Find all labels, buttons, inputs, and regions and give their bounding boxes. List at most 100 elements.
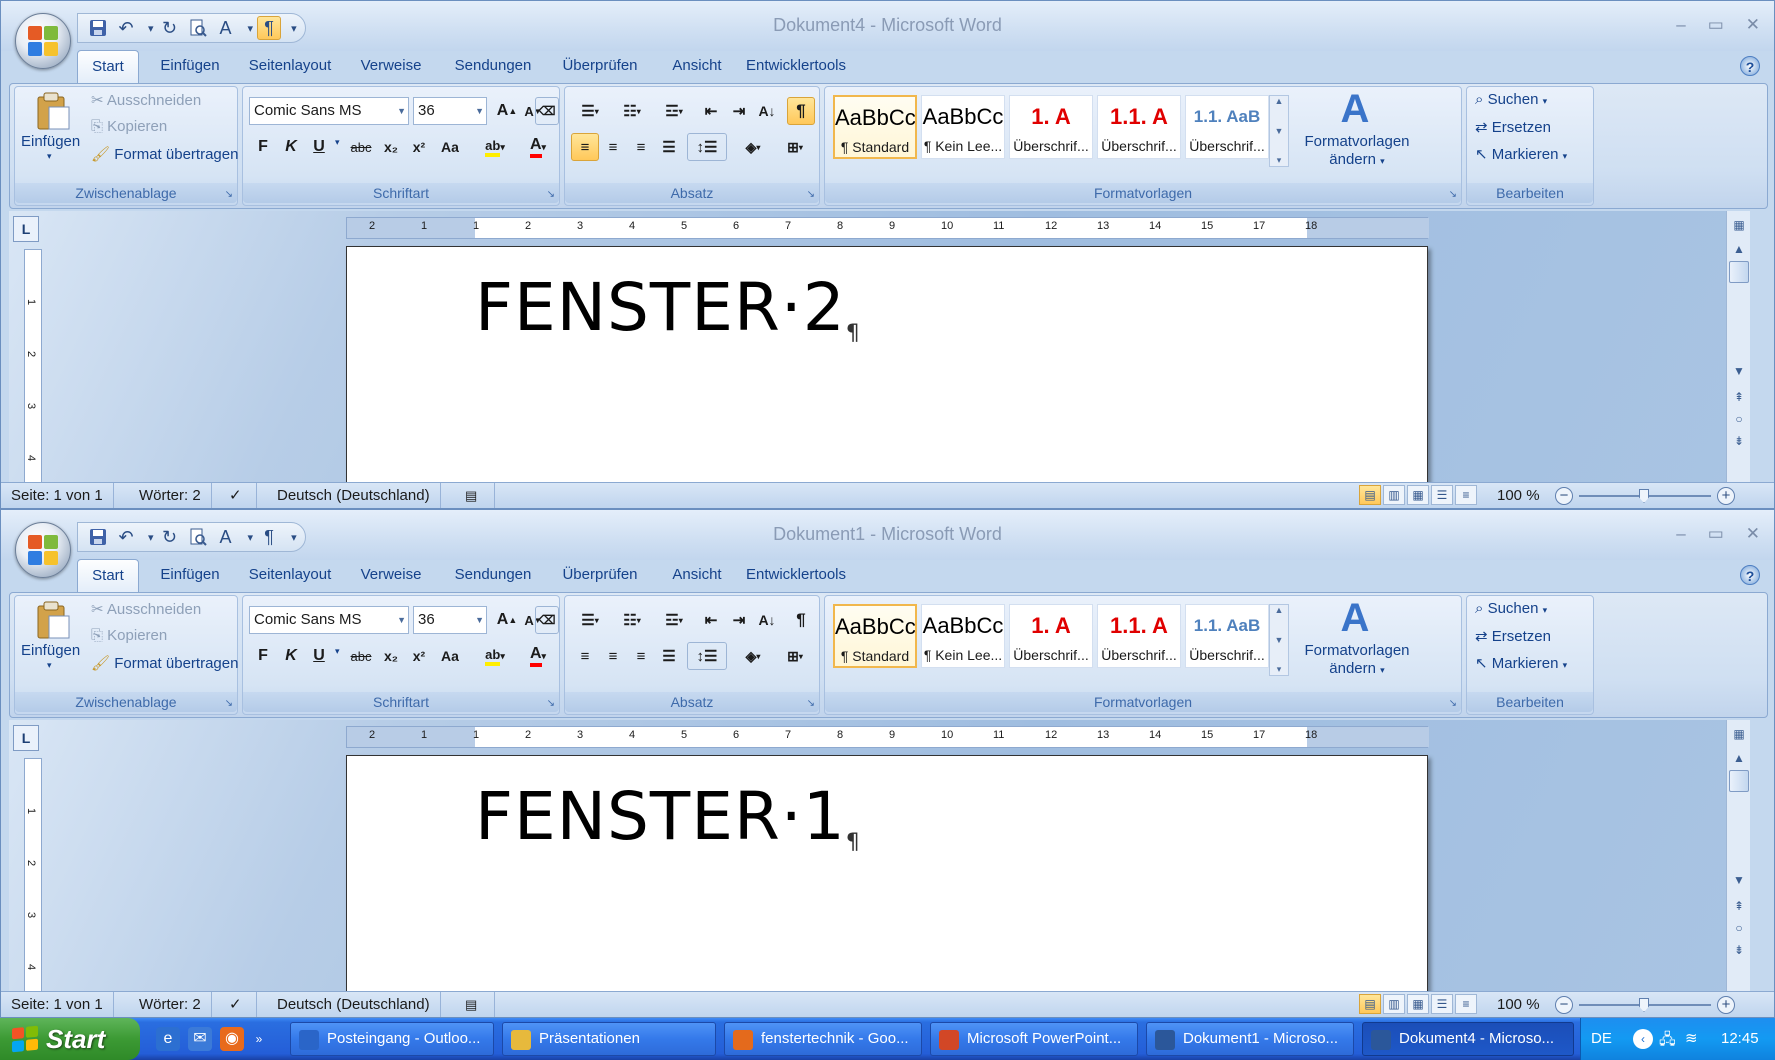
change-styles-button[interactable]: Formatvorlagen [1299, 133, 1415, 150]
borders-button[interactable]: ⊞ ▾ [775, 642, 815, 670]
zoom-out-icon[interactable]: − [1555, 996, 1573, 1014]
next-page-icon[interactable]: ⇟ [1729, 431, 1749, 451]
outline-view-icon[interactable]: ☰ [1431, 994, 1453, 1014]
underline-button[interactable]: U [305, 133, 333, 161]
strikethrough-button[interactable]: abc [347, 133, 375, 161]
tab-verweise[interactable]: Verweise [353, 559, 429, 592]
style-item[interactable]: AaBbCc ¶ Standard [833, 604, 917, 668]
maximize-icon[interactable]: ▭ [1708, 524, 1724, 544]
highlight-color-button[interactable]: ab ▾ [475, 133, 515, 161]
taskbar-task[interactable]: Präsentationen [502, 1022, 716, 1056]
tab-ansicht[interactable]: Ansicht [663, 50, 731, 83]
decrease-indent-button[interactable]: ⇤ [697, 97, 725, 125]
maximize-icon[interactable]: ▭ [1708, 15, 1724, 35]
office-button[interactable] [15, 13, 71, 69]
document-page[interactable]: FENSTER·1¶ [346, 755, 1428, 992]
style-item[interactable]: 1.1. A Überschrif... [1097, 604, 1181, 668]
style-item[interactable]: 1. A Überschrif... [1009, 95, 1093, 159]
zoom-in-icon[interactable]: + [1717, 996, 1735, 1014]
start-button[interactable]: Start [0, 1018, 140, 1060]
draft-view-icon[interactable]: ≡ [1455, 994, 1477, 1014]
tab-start[interactable]: Start [77, 559, 139, 593]
tab-seitenlayout[interactable]: Seitenlayout [241, 559, 339, 592]
numbering-button[interactable]: ☷ ▾ [613, 606, 651, 634]
outline-view-icon[interactable]: ☰ [1431, 485, 1453, 505]
gallery-up-icon[interactable]: ▲ [1275, 605, 1284, 615]
tab-ansicht[interactable]: Ansicht [663, 559, 731, 592]
help-icon[interactable]: ? [1740, 56, 1760, 76]
font-launcher-icon[interactable]: ↘ [547, 189, 555, 200]
superscript-button[interactable]: x² [405, 642, 433, 670]
tab-sendungen[interactable]: Sendungen [447, 559, 539, 592]
tab-seitenlayout[interactable]: Seitenlayout [241, 50, 339, 83]
paragraph-launcher-icon[interactable]: ↘ [807, 189, 815, 200]
numbering-button[interactable]: ☷ ▾ [613, 97, 651, 125]
vertical-scrollbar[interactable]: ▦ ▲ ▼ ⇞ ○ ⇟ [1726, 720, 1750, 992]
browse-object-icon[interactable]: ○ [1729, 409, 1749, 429]
change-styles-line2[interactable]: ändern ▾ [1299, 660, 1415, 677]
taskbar-task[interactable]: Microsoft PowerPoint... [930, 1022, 1138, 1056]
taskbar-task[interactable]: Dokument4 - Microso... [1362, 1022, 1574, 1056]
superscript-button[interactable]: x² [405, 133, 433, 161]
status-words[interactable]: Wörter: 2 [129, 483, 212, 508]
align-right-button[interactable]: ≡ [627, 642, 655, 670]
bold-button[interactable]: F [249, 133, 277, 161]
minimize-icon[interactable]: – [1676, 524, 1685, 544]
styles-gallery-scroll[interactable]: ▲ ▼ ▾ [1269, 95, 1289, 167]
change-styles-button[interactable]: Formatvorlagen [1299, 642, 1415, 659]
full-screen-reading-icon[interactable]: ▥ [1383, 485, 1405, 505]
grow-font-button[interactable]: A ▲ [493, 606, 521, 634]
ruler-toggle-icon[interactable]: ▦ [1729, 724, 1749, 744]
multilevel-list-button[interactable]: ☲ ▾ [655, 97, 693, 125]
gallery-up-icon[interactable]: ▲ [1275, 96, 1284, 106]
gallery-down-icon[interactable]: ▼ [1275, 126, 1284, 136]
wireless-icon[interactable]: ≋ [1685, 1029, 1698, 1047]
status-language[interactable]: Deutsch (Deutschland) [267, 483, 441, 508]
firefox-icon[interactable]: ◉ [220, 1027, 244, 1051]
format-painter-button[interactable]: 🖌 Format übertragen [91, 145, 238, 163]
font-launcher-icon[interactable]: ↘ [547, 698, 555, 709]
scroll-up-icon[interactable]: ▲ [1729, 239, 1749, 259]
draft-view-icon[interactable]: ≡ [1455, 485, 1477, 505]
find-button[interactable]: ⌕ Suchen ▾ [1475, 91, 1547, 108]
clock[interactable]: 12:45 [1721, 1018, 1759, 1060]
italic-button[interactable]: K [277, 133, 305, 161]
horizontal-ruler[interactable]: 2 1 1 2 3 4 5 6 7 8 9 10 11 12 13 14 15 17 18 [346, 217, 1429, 239]
ruler-toggle-icon[interactable]: ▦ [1729, 215, 1749, 235]
justify-button[interactable]: ☰ [655, 642, 683, 670]
full-screen-reading-icon[interactable]: ▥ [1383, 994, 1405, 1014]
change-styles-line2[interactable]: ändern ▾ [1299, 151, 1415, 168]
tab-selector-button[interactable]: L [13, 216, 39, 242]
clipboard-launcher-icon[interactable]: ↘ [225, 189, 233, 200]
align-left-button[interactable]: ≡ [571, 133, 599, 161]
status-page[interactable]: Seite: 1 von 1 [1, 992, 114, 1017]
paste-button[interactable]: Einfügen [21, 133, 80, 150]
italic-button[interactable]: K [277, 642, 305, 670]
status-page[interactable]: Seite: 1 von 1 [1, 483, 114, 508]
close-icon[interactable]: ✕ [1746, 15, 1760, 35]
language-indicator[interactable]: DE [1591, 1018, 1612, 1060]
scroll-down-icon[interactable]: ▼ [1729, 361, 1749, 381]
change-styles-icon[interactable]: A [1325, 89, 1385, 129]
gallery-down-icon[interactable]: ▼ [1275, 635, 1284, 645]
styles-launcher-icon[interactable]: ↘ [1449, 698, 1457, 709]
help-icon[interactable]: ? [1740, 565, 1760, 585]
proofing-icon[interactable]: ✓ [219, 483, 257, 508]
taskbar-task[interactable]: Dokument1 - Microso... [1146, 1022, 1354, 1056]
cut-button[interactable]: ✂ Ausschneiden [91, 91, 201, 109]
status-words[interactable]: Wörter: 2 [129, 992, 212, 1017]
style-item[interactable]: 1. A Überschrif... [1009, 604, 1093, 668]
scroll-thumb[interactable] [1729, 261, 1749, 283]
tab-entwicklertools[interactable]: Entwicklertools [741, 50, 851, 83]
font-color-button[interactable]: A ▾ [519, 133, 557, 161]
macro-record-icon[interactable]: ▤ [455, 483, 495, 508]
font-color-button[interactable]: A ▾ [519, 642, 557, 670]
copy-button[interactable]: ⎘ Kopieren [91, 118, 167, 135]
underline-button[interactable]: U [305, 642, 333, 670]
previous-page-icon[interactable]: ⇞ [1729, 896, 1749, 916]
bold-button[interactable]: F [249, 642, 277, 670]
document-text[interactable]: FENSTER·2¶ [475, 269, 861, 346]
underline-dropdown-icon[interactable]: ▾ [335, 646, 340, 657]
print-layout-icon[interactable]: ▤ [1359, 485, 1381, 505]
bullets-button[interactable]: ☰ ▾ [571, 606, 609, 634]
